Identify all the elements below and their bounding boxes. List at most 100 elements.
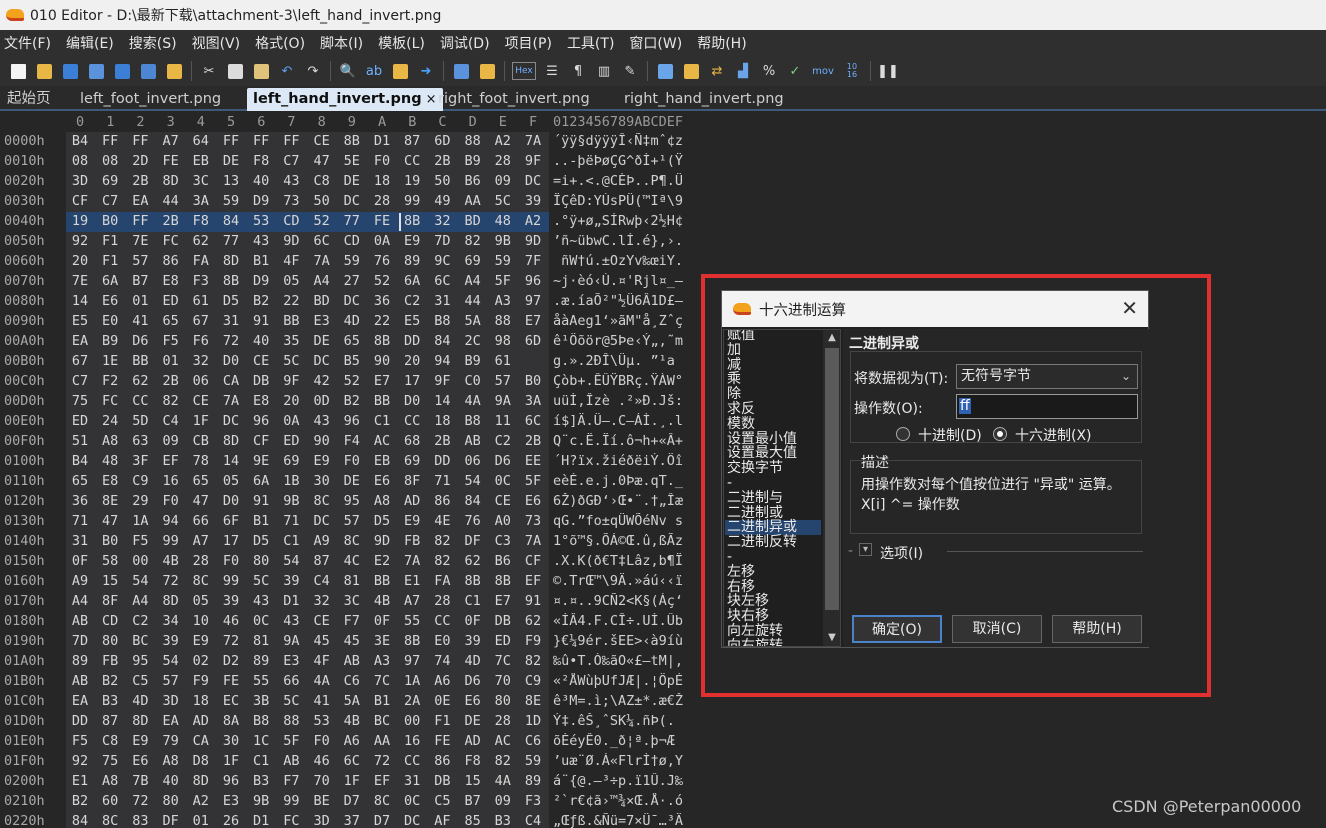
hex-byte[interactable]: 99	[398, 193, 426, 209]
hex-byte[interactable]: 5C	[489, 193, 517, 209]
hex-byte[interactable]: 1A	[126, 513, 154, 529]
hex-byte[interactable]: A7	[157, 133, 185, 149]
hex-byte[interactable]: 72	[126, 793, 154, 809]
hex-byte[interactable]: 99	[277, 793, 305, 809]
hex-byte[interactable]: 74	[428, 653, 456, 669]
hex-byte[interactable]: E6	[459, 693, 487, 709]
base-convert-icon[interactable]: 10 16	[841, 62, 863, 80]
hex-byte[interactable]: C2	[398, 293, 426, 309]
hex-byte[interactable]: 94	[157, 513, 185, 529]
ascii-text[interactable]: qG.”fo±qÜWÕéNv s	[553, 513, 716, 529]
histogram-icon[interactable]: ▟	[733, 62, 753, 80]
hex-byte[interactable]: 91	[519, 593, 547, 609]
hex-byte[interactable]: 59	[519, 753, 547, 769]
ascii-text[interactable]: Ý‡.ê­Š¸ˆSK¼.ñÞ(.	[553, 713, 716, 729]
ascii-text[interactable]: ‰û•T.Ò‰ãO«£—tM|‚	[553, 653, 716, 669]
hex-byte[interactable]: 1A	[398, 673, 426, 689]
hex-byte[interactable]: 6F	[217, 513, 245, 529]
hex-byte[interactable]: E7	[519, 313, 547, 329]
hex-byte[interactable]: 3C	[338, 593, 366, 609]
hex-byte[interactable]: 60	[96, 793, 124, 809]
hex-byte[interactable]: 2C	[459, 333, 487, 349]
calculator-icon[interactable]	[655, 62, 675, 80]
ascii-text[interactable]: ñW†ú.±OzYv‰œiY.	[553, 253, 716, 269]
hex-byte[interactable]: 3A	[187, 193, 215, 209]
hex-byte[interactable]: 2A	[398, 693, 426, 709]
new-file-icon[interactable]	[8, 62, 28, 80]
hex-byte[interactable]: 8D	[217, 253, 245, 269]
hex-byte[interactable]: 6A	[96, 273, 124, 289]
hex-byte[interactable]: 20	[66, 253, 94, 269]
hex-byte[interactable]: B8	[428, 313, 456, 329]
hex-byte[interactable]: 1E	[96, 353, 124, 369]
hex-byte[interactable]: 2B	[126, 173, 154, 189]
hex-byte[interactable]: A8	[368, 493, 396, 509]
ascii-text[interactable]: ¤.¤..9CÑ2<K§(Áç‘	[553, 593, 716, 609]
hex-byte[interactable]: 0C	[247, 613, 275, 629]
hex-byte[interactable]: A3	[368, 653, 396, 669]
hex-byte[interactable]: 71	[428, 473, 456, 489]
hex-byte[interactable]: 8F	[96, 593, 124, 609]
hex-byte[interactable]: C4	[308, 573, 336, 589]
hex-byte[interactable]: 8B	[368, 333, 396, 349]
hex-row[interactable]: 00C0h C7 F2 62 2B 06 CA DB 9F 42 52 E7 17 9F C0 57 B0 Çòb…	[0, 372, 718, 392]
hex-byte[interactable]: FF	[96, 133, 124, 149]
hex-byte[interactable]: 4B	[157, 553, 185, 569]
hex-byte[interactable]: F1	[428, 713, 456, 729]
hex-byte[interactable]: CC	[398, 153, 426, 169]
hex-byte[interactable]: C5	[126, 673, 154, 689]
hex-byte[interactable]: DB	[247, 373, 275, 389]
hex-byte[interactable]: 3E	[368, 633, 396, 649]
hex-byte[interactable]: A8	[157, 753, 185, 769]
hex-byte[interactable]: 82	[157, 393, 185, 409]
hex-byte[interactable]: EA	[126, 193, 154, 209]
hex-byte[interactable]: F2	[96, 373, 124, 389]
hex-byte[interactable]: DE	[338, 173, 366, 189]
hex-byte[interactable]: D1	[277, 593, 305, 609]
hex-byte[interactable]: 4A	[308, 673, 336, 689]
hex-byte[interactable]: 3A	[519, 393, 547, 409]
hex-byte[interactable]: 7A	[519, 133, 547, 149]
hex-byte[interactable]: 40	[247, 173, 275, 189]
hex-byte[interactable]: 50	[308, 193, 336, 209]
hex-byte[interactable]: A3	[489, 293, 517, 309]
text-mode-icon[interactable]: ☰	[542, 62, 562, 80]
hex-byte[interactable]: D1	[368, 133, 396, 149]
hex-byte[interactable]: 13	[217, 173, 245, 189]
hex-byte[interactable]: CE	[308, 613, 336, 629]
menu-template[interactable]: 模板(L)	[378, 33, 425, 53]
hex-byte[interactable]: 39	[217, 593, 245, 609]
hex-byte[interactable]: C6	[338, 673, 366, 689]
hex-byte[interactable]: BD	[308, 293, 336, 309]
hex-byte[interactable]: 9D	[519, 233, 547, 249]
hex-byte[interactable]: 01	[126, 293, 154, 309]
hex-byte[interactable]: C8	[96, 733, 124, 749]
hex-row[interactable]: 0110h 65 E8 C9 16 65 05 6A 1B 30 DE E6 8F 71 54 0C 5F eèÉ…	[0, 472, 718, 492]
hex-byte[interactable]: 8B	[489, 573, 517, 589]
hex-byte[interactable]: 06	[187, 373, 215, 389]
hex-byte[interactable]: B8	[247, 713, 275, 729]
hex-byte[interactable]: A0	[489, 513, 517, 529]
hex-byte[interactable]: B3	[96, 693, 124, 709]
menu-file[interactable]: 文件(F)	[4, 33, 51, 53]
ascii-text[interactable]: .X.K(ð€T‡Lâz‚b¶Ï	[553, 553, 716, 569]
hex-byte[interactable]: 71	[66, 513, 94, 529]
tab-start-page[interactable]: 起始页	[7, 88, 51, 111]
hex-byte[interactable]: B1	[247, 513, 275, 529]
hex-byte[interactable]: 73	[519, 513, 547, 529]
hex-byte[interactable]: 6C	[338, 753, 366, 769]
hex-byte[interactable]: 82	[428, 533, 456, 549]
hex-byte[interactable]: 55	[247, 673, 275, 689]
hex-byte[interactable]: 75	[66, 393, 94, 409]
hex-byte[interactable]: F3	[519, 793, 547, 809]
hex-byte[interactable]: 55	[398, 613, 426, 629]
hex-row[interactable]: 0100h B4 48 3F EF 78 14 9E 69 E9 F0 EB 69 DD 06 D6 EE ´H?…	[0, 452, 718, 472]
hex-byte[interactable]: F5	[66, 733, 94, 749]
hex-byte[interactable]: 5D	[126, 413, 154, 429]
hex-byte[interactable]: FA	[187, 253, 215, 269]
hex-byte[interactable]: D6	[489, 453, 517, 469]
hex-byte[interactable]: D8	[187, 753, 215, 769]
hex-row[interactable]: 01C0h EA B3 4D 3D 18 EC 3B 5C 41 5A B1 2A 0E E6 80 8E ê³M…	[0, 692, 718, 712]
hex-byte[interactable]: 8C	[308, 493, 336, 509]
hex-byte[interactable]: 20	[277, 393, 305, 409]
